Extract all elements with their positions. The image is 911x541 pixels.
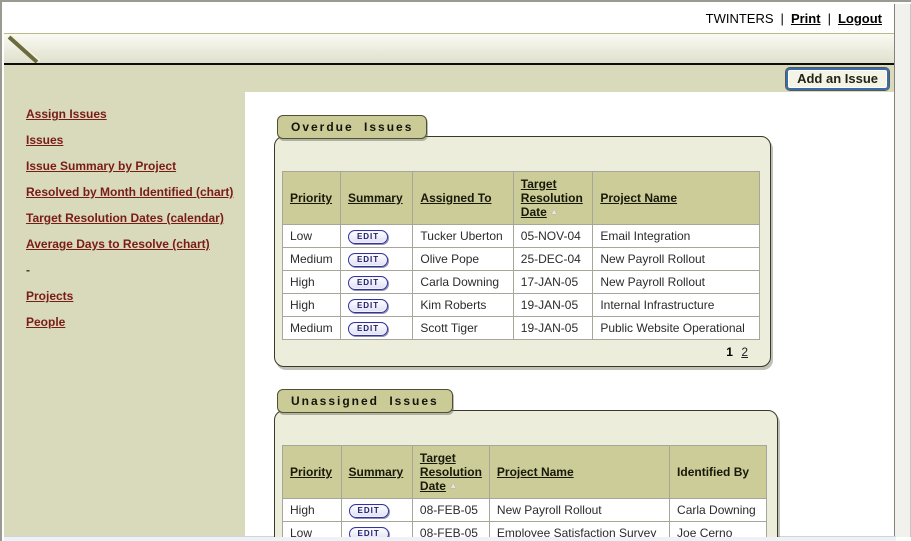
sidebar-item-target-resolution-calendar[interactable]: Target Resolution Dates (calendar) (26, 212, 245, 225)
assigned-to-cell: Kim Roberts (413, 294, 513, 317)
sidebar-item-issues[interactable]: Issues (26, 134, 245, 147)
priority-cell: High (283, 499, 342, 522)
separator: | (781, 11, 784, 26)
priority-cell: Medium (283, 248, 341, 271)
edit-button[interactable]: EDIT (348, 299, 388, 313)
banner-slash-icon (6, 34, 48, 63)
assigned-to-cell: Carla Downing (413, 271, 513, 294)
column-sort-assigned-to[interactable]: Assigned To (420, 191, 491, 205)
logout-link[interactable]: Logout (838, 11, 882, 26)
header-row: Priority Summary Assigned To Target Reso… (283, 172, 760, 225)
add-issue-button[interactable]: Add an Issue (786, 68, 889, 90)
column-sort-project-name[interactable]: Project Name (600, 191, 677, 205)
edit-button[interactable]: EDIT (349, 504, 389, 518)
sidebar-item-resolved-by-month-chart[interactable]: Resolved by Month Identified (chart) (26, 186, 245, 199)
identified-by-cell: Carla Downing (670, 499, 767, 522)
header-row: Priority Summary Target Resolution Date … (283, 446, 767, 499)
project-name-cell: New Payroll Rollout (489, 499, 669, 522)
region-title: Overdue Issues (277, 115, 427, 139)
column-sort-priority[interactable]: Priority (290, 465, 332, 479)
region-title: Unassigned Issues (277, 389, 453, 413)
username-label: TWINTERS (706, 11, 774, 26)
sidebar-item-issue-summary-by-project[interactable]: Issue Summary by Project (26, 160, 245, 173)
target-date-cell: 17-JAN-05 (513, 271, 593, 294)
pagination-page-2-link[interactable]: 2 (741, 345, 748, 359)
sidebar-item-projects[interactable]: Projects (26, 290, 245, 303)
assigned-to-cell: Scott Tiger (413, 317, 513, 340)
overdue-issues-table: Priority Summary Assigned To Target Reso… (282, 171, 760, 340)
column-sort-project-name[interactable]: Project Name (497, 465, 574, 479)
region-box: Priority Summary Target Resolution Date … (274, 410, 778, 537)
top-bar: TWINTERS | Print | Logout (4, 4, 896, 33)
pagination-current-page: 1 (726, 345, 733, 359)
priority-cell: Low (283, 225, 341, 248)
project-name-cell: Employee Satisfaction Survey (489, 522, 669, 538)
sidebar-nav: Assign Issues Issues Issue Summary by Pr… (4, 92, 245, 537)
priority-cell: Low (283, 522, 342, 538)
table-row: Medium EDIT Olive Pope 25-DEC-04 New Pay… (283, 248, 760, 271)
page: TWINTERS | Print | Logout Add an Issue A… (4, 4, 896, 537)
toolbar: Add an Issue (4, 65, 896, 92)
priority-cell: High (283, 271, 341, 294)
print-link[interactable]: Print (791, 11, 821, 26)
project-name-cell: Internal Infrastructure (593, 294, 760, 317)
target-date-cell: 08-FEB-05 (412, 499, 489, 522)
column-sort-summary[interactable]: Summary (349, 465, 404, 479)
banner (4, 33, 896, 65)
main-content: Overdue Issues Priority Summary (245, 92, 896, 537)
content: Assign Issues Issues Issue Summary by Pr… (4, 92, 896, 537)
sidebar-item-placeholder-dash: - (26, 264, 245, 277)
project-name-cell: New Payroll Rollout (593, 248, 760, 271)
sidebar-item-people[interactable]: People (26, 316, 245, 329)
column-sort-priority[interactable]: Priority (290, 191, 332, 205)
column-sort-summary[interactable]: Summary (348, 191, 403, 205)
identified-by-cell: Joe Cerno (670, 522, 767, 538)
target-date-cell: 19-JAN-05 (513, 294, 593, 317)
target-date-cell: 25-DEC-04 (513, 248, 593, 271)
sidebar-item-average-days-chart[interactable]: Average Days to Resolve (chart) (26, 238, 245, 251)
separator: | (828, 11, 831, 26)
project-name-cell: Email Integration (593, 225, 760, 248)
sort-ascending-icon: ▲ (449, 481, 457, 490)
table-row: High EDIT Carla Downing 17-JAN-05 New Pa… (283, 271, 760, 294)
priority-cell: High (283, 294, 341, 317)
edit-button[interactable]: EDIT (348, 276, 388, 290)
target-date-cell: 08-FEB-05 (412, 522, 489, 538)
table-row: High EDIT Kim Roberts 19-JAN-05 Internal… (283, 294, 760, 317)
sort-ascending-icon: ▲ (550, 207, 558, 216)
sidebar-item-assign-issues[interactable]: Assign Issues (26, 108, 245, 121)
unassigned-issues-table: Priority Summary Target Resolution Date … (282, 445, 767, 537)
project-name-cell: New Payroll Rollout (593, 271, 760, 294)
edit-button[interactable]: EDIT (348, 253, 388, 267)
target-date-cell: 19-JAN-05 (513, 317, 593, 340)
vertical-scrollbar[interactable] (894, 4, 911, 537)
region-box: Priority Summary Assigned To Target Reso… (274, 136, 771, 367)
edit-button[interactable]: EDIT (349, 527, 389, 537)
target-date-cell: 05-NOV-04 (513, 225, 593, 248)
column-identified-by: Identified By (677, 465, 749, 479)
edit-button[interactable]: EDIT (348, 322, 388, 336)
table-row: High EDIT 08-FEB-05 New Payroll Rollout … (283, 499, 767, 522)
assigned-to-cell: Olive Pope (413, 248, 513, 271)
assigned-to-cell: Tucker Uberton (413, 225, 513, 248)
overdue-issues-region: Overdue Issues Priority Summary (274, 115, 896, 367)
app-window: TWINTERS | Print | Logout Add an Issue A… (0, 0, 911, 541)
table-row: Medium EDIT Scott Tiger 19-JAN-05 Public… (283, 317, 760, 340)
edit-button[interactable]: EDIT (348, 230, 388, 244)
table-row: Low EDIT 08-FEB-05 Employee Satisfaction… (283, 522, 767, 538)
pagination: 1 2 (282, 345, 760, 359)
table-row: Low EDIT Tucker Uberton 05-NOV-04 Email … (283, 225, 760, 248)
unassigned-issues-region: Unassigned Issues Priority Summary (274, 389, 896, 537)
priority-cell: Medium (283, 317, 341, 340)
project-name-cell: Public Website Operational (593, 317, 760, 340)
